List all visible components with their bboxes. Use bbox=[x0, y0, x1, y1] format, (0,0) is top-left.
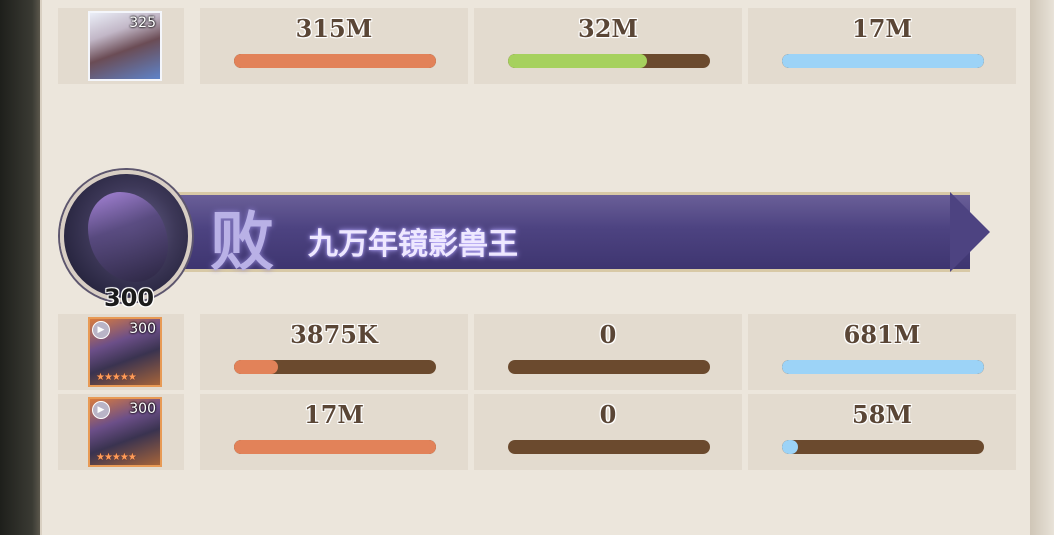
damage-taken-value: 58M bbox=[852, 400, 912, 429]
stats-row-hero: 325 315M 32M 17M bbox=[58, 8, 1018, 84]
avatar-level: 300 bbox=[129, 321, 156, 337]
boss-helm-art bbox=[88, 192, 168, 282]
heal-bar bbox=[508, 54, 710, 68]
replay-icon: ▶ bbox=[92, 401, 110, 419]
damage-dealt-bar bbox=[234, 54, 436, 68]
heal-bar bbox=[508, 360, 710, 374]
damage-taken-bar bbox=[782, 360, 984, 374]
avatar-cell: ▶ 300 ★★★★★ bbox=[58, 394, 184, 470]
damage-dealt-fill bbox=[234, 440, 436, 454]
damage-taken-value: 681M bbox=[843, 320, 921, 349]
damage-taken-bar bbox=[782, 54, 984, 68]
boss-level: 300 bbox=[104, 284, 155, 312]
heal-cell: 0 bbox=[474, 314, 742, 390]
stats-row-enemy-2: ▶ 300 ★★★★★ 17M 0 58M bbox=[58, 394, 1018, 470]
damage-taken-bar bbox=[782, 440, 984, 454]
damage-taken-fill bbox=[782, 360, 984, 374]
replay-icon: ▶ bbox=[92, 321, 110, 339]
heal-fill bbox=[508, 54, 648, 68]
beast-portrait-icon[interactable]: ▶ 300 ★★★★★ bbox=[88, 397, 162, 467]
banner-arrow-icon bbox=[950, 192, 990, 272]
heal-cell: 0 bbox=[474, 394, 742, 470]
damage-dealt-bar bbox=[234, 440, 436, 454]
team-name: 九万年镜影兽王 bbox=[308, 227, 518, 262]
boss-portrait-icon[interactable] bbox=[60, 170, 192, 302]
battle-result-label: 败 bbox=[210, 205, 274, 280]
team-banner: 败 九万年镜影兽王 bbox=[160, 188, 990, 280]
damage-taken-cell: 17M bbox=[748, 8, 1016, 84]
damage-taken-cell: 58M bbox=[748, 394, 1016, 470]
damage-taken-fill bbox=[782, 440, 799, 454]
avatar-cell: ▶ 300 ★★★★★ bbox=[58, 314, 184, 390]
stats-row-enemy-1: ▶ 300 ★★★★★ 3875K 0 681M bbox=[58, 314, 1018, 390]
avatar-level: 300 bbox=[129, 401, 156, 417]
avatar-level: 325 bbox=[129, 15, 156, 31]
damage-dealt-bar bbox=[234, 360, 436, 374]
damage-taken-value: 17M bbox=[852, 14, 912, 43]
heal-value: 0 bbox=[599, 320, 617, 349]
banner-body: 败 九万年镜影兽王 bbox=[160, 192, 970, 280]
heal-value: 32M bbox=[578, 14, 638, 43]
damage-dealt-value: 315M bbox=[295, 14, 373, 43]
damage-dealt-fill bbox=[234, 360, 279, 374]
damage-dealt-value: 3875K bbox=[290, 320, 378, 349]
star-rating-icon: ★★★★★ bbox=[96, 372, 137, 383]
background-scenery bbox=[0, 0, 40, 535]
damage-dealt-cell: 315M bbox=[200, 8, 468, 84]
damage-dealt-cell: 3875K bbox=[200, 314, 468, 390]
damage-dealt-value: 17M bbox=[304, 400, 364, 429]
panel-edge bbox=[1030, 0, 1054, 535]
hero-portrait-icon[interactable]: 325 bbox=[88, 11, 162, 81]
heal-value: 0 bbox=[599, 400, 617, 429]
damage-dealt-cell: 17M bbox=[200, 394, 468, 470]
avatar-cell: 325 bbox=[58, 8, 184, 84]
star-rating-icon: ★★★★★ bbox=[96, 452, 137, 463]
damage-taken-fill bbox=[782, 54, 984, 68]
beast-portrait-icon[interactable]: ▶ 300 ★★★★★ bbox=[88, 317, 162, 387]
heal-cell: 32M bbox=[474, 8, 742, 84]
damage-dealt-fill bbox=[234, 54, 436, 68]
damage-taken-cell: 681M bbox=[748, 314, 1016, 390]
heal-bar bbox=[508, 440, 710, 454]
